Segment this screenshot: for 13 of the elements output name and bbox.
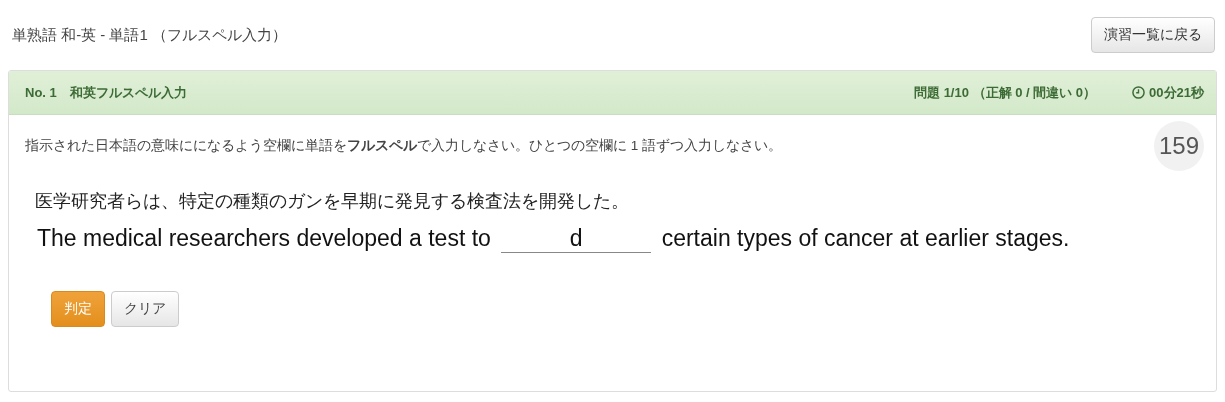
clock-icon	[1132, 86, 1146, 99]
counter-badge: 159	[1154, 121, 1204, 171]
page-title: 単熟語 和-英 - 単語1 （フルスペル入力）	[12, 25, 287, 45]
progress-text: 問題 1/10 （正解 0 / 間違い 0）	[914, 83, 1097, 102]
back-button[interactable]: 演習一覧に戻る	[1091, 17, 1215, 53]
question-number: No. 1 和英フルスペル入力	[25, 83, 187, 102]
answer-field[interactable]: d	[501, 225, 652, 253]
timer-text: 00分21秒	[1149, 83, 1204, 102]
clear-button[interactable]: クリア	[111, 291, 179, 327]
sentence-text: The medical researchers developed a test to	[37, 225, 491, 251]
instruction-text: 指示された日本語の意味にになるよう空欄に単語をフルスペルで入力しなさい。ひとつの空欄に 1 語ずつ入力しなさい。	[25, 137, 782, 155]
japanese-sentence: 医学研究者らは、特定の種類のガンを早期に発見する検査法を開発した。	[35, 190, 630, 213]
sentence-text: certain types of cancer at earlier stages.	[661, 225, 1070, 251]
